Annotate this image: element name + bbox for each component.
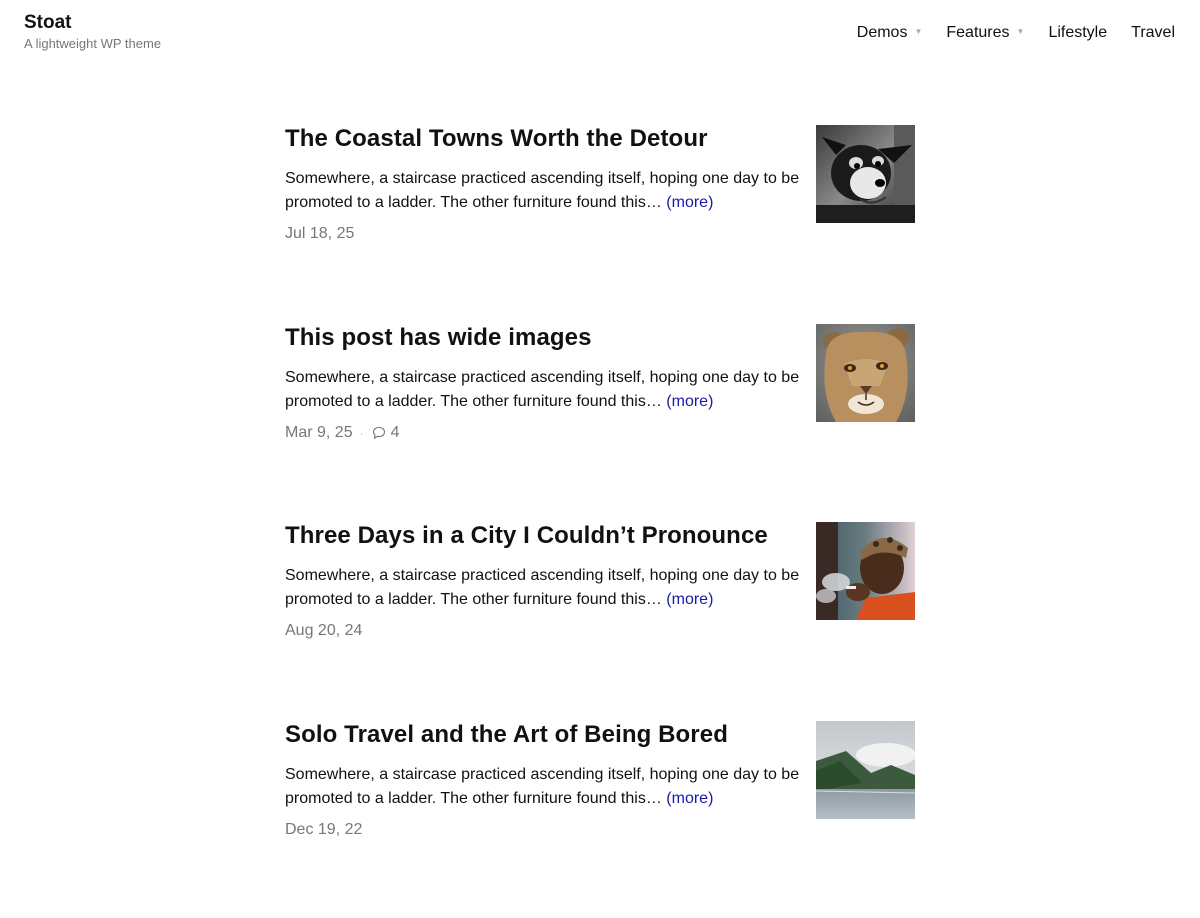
read-more-link[interactable]: (more) — [666, 591, 713, 608]
post-date[interactable]: Aug 20, 24 — [285, 620, 362, 642]
post-item: This post has wide images Somewhere, a s… — [285, 323, 915, 522]
site-tagline: A lightweight WP theme — [24, 36, 161, 52]
fjord-landscape-photo — [816, 721, 915, 819]
post-date[interactable]: Dec 19, 22 — [285, 819, 362, 841]
post-body: Three Days in a City I Couldn’t Pronounc… — [285, 521, 800, 642]
post-item: The Coastal Towns Worth the Detour Somew… — [285, 124, 915, 323]
site-branding: Stoat A lightweight WP theme — [24, 12, 161, 52]
comment-bubble-icon[interactable] — [372, 426, 386, 440]
caret-down-icon: ▼ — [1017, 21, 1025, 43]
post-item: Three Days in a City I Couldn’t Pronounc… — [285, 521, 915, 720]
post-excerpt: Somewhere, a staircase practiced ascendi… — [285, 763, 800, 811]
nav-item-demos[interactable]: Demos ▼ — [857, 22, 923, 44]
read-more-link[interactable]: (more) — [666, 790, 713, 807]
post-title[interactable]: The Coastal Towns Worth the Detour — [285, 124, 800, 154]
meta-separator: · — [360, 422, 364, 444]
post-thumbnail-dog[interactable] — [816, 125, 915, 223]
post-body: This post has wide images Somewhere, a s… — [285, 323, 800, 444]
post-body: Solo Travel and the Art of Being Bored S… — [285, 720, 800, 841]
post-meta: Dec 19, 22 — [285, 819, 800, 841]
post-thumbnail-fjord[interactable] — [816, 721, 915, 819]
site-title[interactable]: Stoat — [24, 12, 161, 34]
post-excerpt: Somewhere, a staircase practiced ascendi… — [285, 366, 800, 414]
post-thumbnail-smoking-man[interactable] — [816, 522, 915, 620]
main-navigation: Demos ▼ Features ▼ Lifestyle Travel — [857, 22, 1175, 44]
excerpt-text: Somewhere, a staircase practiced ascendi… — [285, 567, 799, 608]
read-more-link[interactable]: (more) — [666, 194, 713, 211]
post-date[interactable]: Mar 9, 25 — [285, 422, 353, 444]
post-title[interactable]: This post has wide images — [285, 323, 800, 353]
excerpt-text: Somewhere, a staircase practiced ascendi… — [285, 170, 799, 211]
site-header: Stoat A lightweight WP theme Demos ▼ Fea… — [0, 0, 1200, 70]
post-body: The Coastal Towns Worth the Detour Somew… — [285, 124, 800, 245]
nav-item-travel[interactable]: Travel — [1131, 22, 1175, 44]
post-item: Solo Travel and the Art of Being Bored S… — [285, 720, 915, 918]
nav-item-lifestyle[interactable]: Lifestyle — [1048, 22, 1107, 44]
nav-item-features[interactable]: Features ▼ — [946, 22, 1024, 44]
comment-count[interactable]: 4 — [391, 422, 400, 444]
post-meta: Jul 18, 25 — [285, 223, 800, 245]
nav-item-label: Demos — [857, 22, 908, 44]
excerpt-text: Somewhere, a staircase practiced ascendi… — [285, 766, 799, 807]
post-meta: Aug 20, 24 — [285, 620, 800, 642]
post-excerpt: Somewhere, a staircase practiced ascendi… — [285, 564, 800, 612]
caret-down-icon: ▼ — [914, 21, 922, 43]
post-title[interactable]: Solo Travel and the Art of Being Bored — [285, 720, 800, 750]
nav-item-label: Lifestyle — [1048, 22, 1107, 44]
post-thumbnail-lioness[interactable] — [816, 324, 915, 422]
nav-item-label: Travel — [1131, 22, 1175, 44]
post-meta: Mar 9, 25 · 4 — [285, 422, 800, 444]
post-list: The Coastal Towns Worth the Detour Somew… — [285, 124, 915, 918]
post-excerpt: Somewhere, a staircase practiced ascendi… — [285, 167, 800, 215]
lioness-photo — [816, 324, 915, 422]
excerpt-text: Somewhere, a staircase practiced ascendi… — [285, 369, 799, 410]
post-date[interactable]: Jul 18, 25 — [285, 223, 354, 245]
dog-photo — [816, 125, 915, 223]
read-more-link[interactable]: (more) — [666, 393, 713, 410]
smoking-man-photo — [816, 522, 915, 620]
nav-item-label: Features — [946, 22, 1009, 44]
post-title[interactable]: Three Days in a City I Couldn’t Pronounc… — [285, 521, 800, 551]
